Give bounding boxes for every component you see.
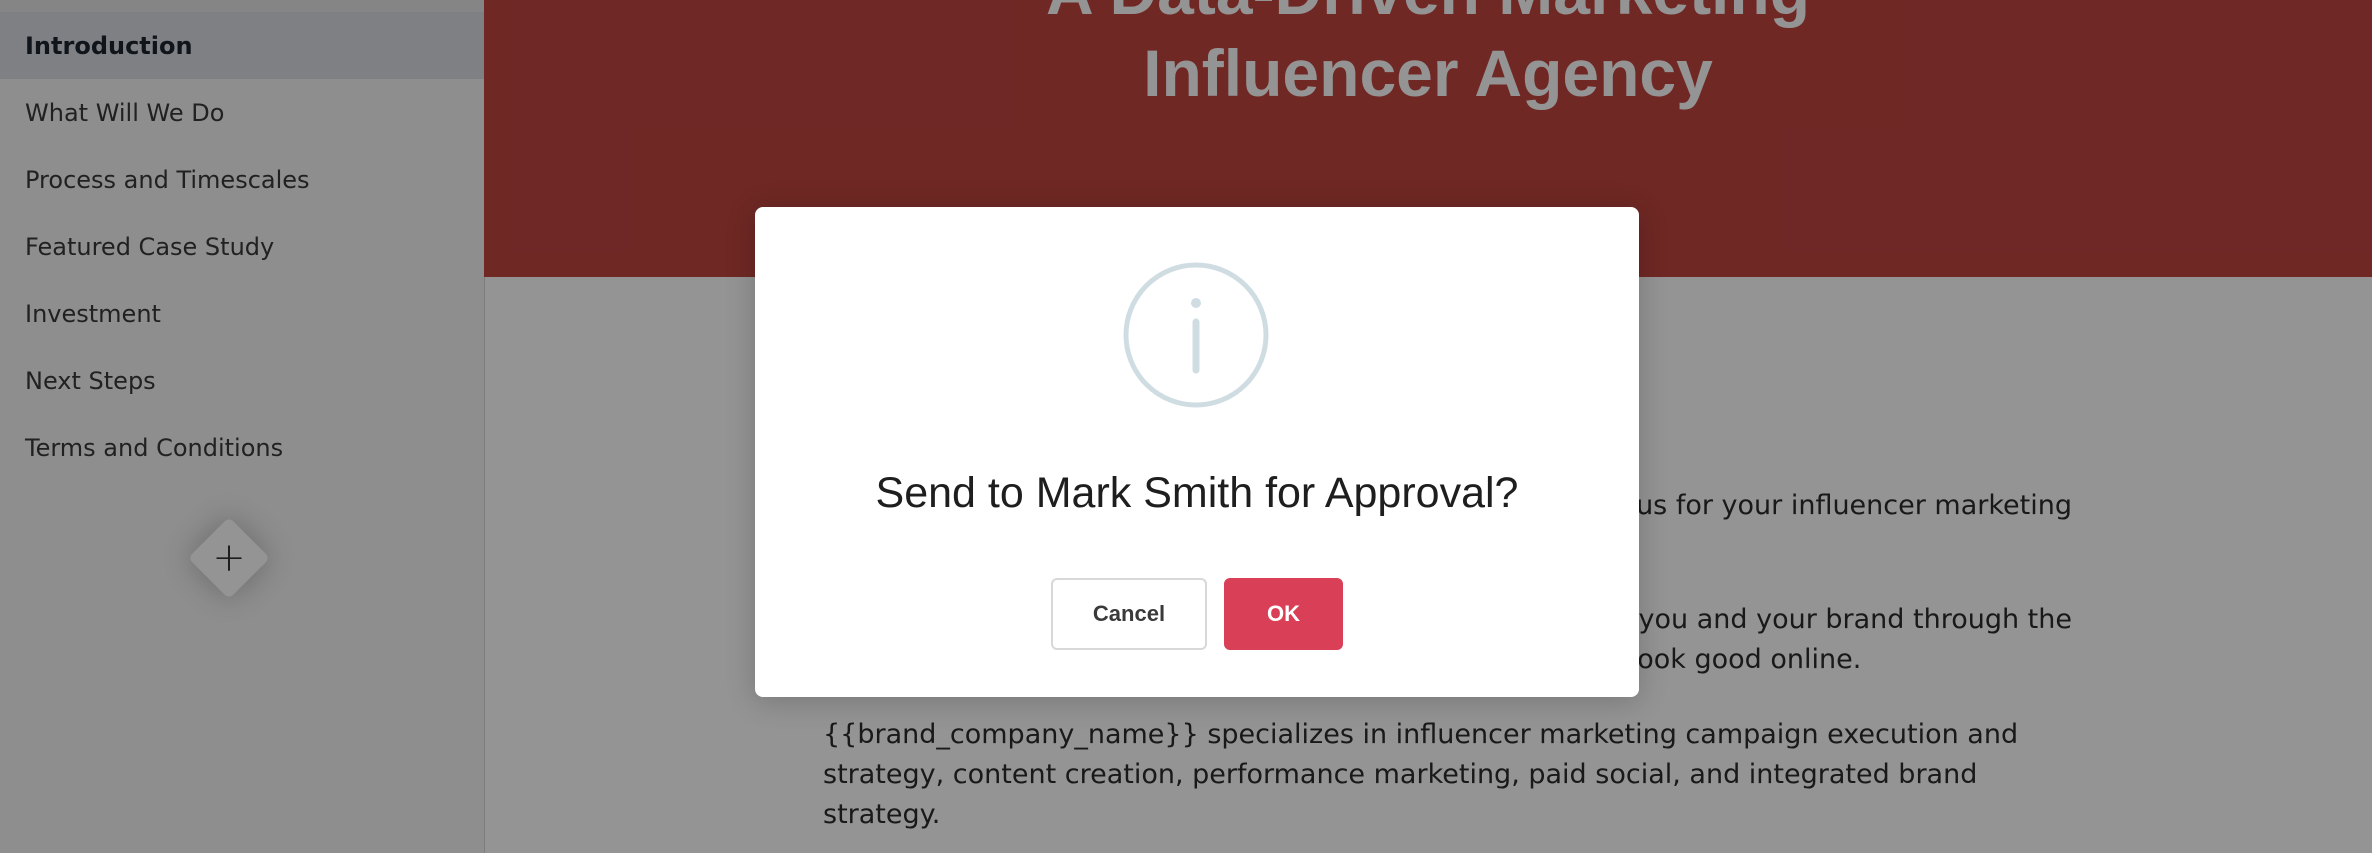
app-window: Introduction What Will We Do Process and… (0, 0, 2372, 853)
approval-dialog: Send to Mark Smith for Approval? Cancel … (755, 207, 1639, 697)
dialog-title: Send to Mark Smith for Approval? (875, 469, 1519, 517)
ok-button[interactable]: OK (1224, 578, 1343, 650)
cancel-button[interactable]: Cancel (1051, 578, 1207, 650)
info-icon (1123, 262, 1269, 408)
